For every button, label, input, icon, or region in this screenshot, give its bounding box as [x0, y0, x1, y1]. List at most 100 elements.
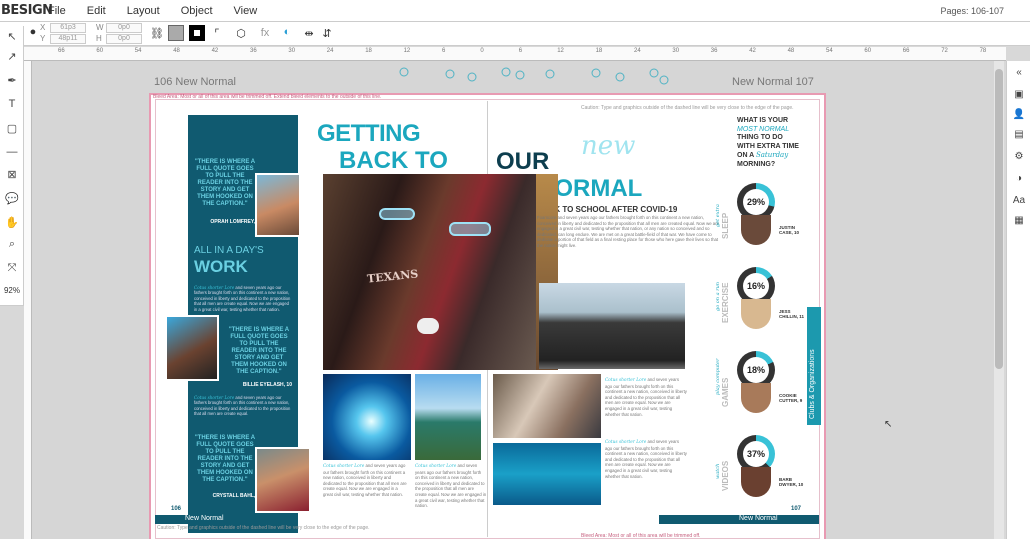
- stat-prefix: watch: [715, 463, 721, 479]
- y-field[interactable]: 48p11: [50, 34, 86, 44]
- horizontal-ruler[interactable]: 66 60 54 48 42 36 30 24 18 12 6 0 6 12 18 24 30 36 42 48 54 6…: [24, 47, 1006, 61]
- stat-label: SLEEP: [721, 212, 730, 239]
- pages-panel-icon[interactable]: ▣: [1007, 89, 1030, 100]
- stat-name: JUSTIN CASE, 10: [779, 225, 800, 235]
- menu-edit[interactable]: Edit: [87, 5, 106, 17]
- line-tool-icon[interactable]: —: [0, 142, 24, 162]
- stat-photo[interactable]: [741, 383, 771, 413]
- fill-swatch[interactable]: [168, 25, 184, 41]
- ruler-tick: 6: [518, 48, 523, 54]
- canvas[interactable]: 106 New Normal New Normal 107 Bleed Area…: [32, 61, 994, 539]
- menu-view[interactable]: View: [234, 5, 258, 17]
- effects-icon[interactable]: ⬡: [234, 27, 248, 40]
- caption: Cotus shorter Lore and seven years ago o…: [605, 377, 687, 417]
- hand-tool-icon[interactable]: ✋: [0, 212, 24, 232]
- select-tool-icon[interactable]: ↖: [0, 26, 24, 46]
- portrait-photo[interactable]: [165, 315, 219, 381]
- tool-panel: ↖ ↗ ✒ T ▢ — ⊠ 💬 ✋ ⌕ ⤧ 92%: [0, 26, 24, 306]
- zoom-tool-icon[interactable]: ⌕: [0, 234, 24, 254]
- color-wheel-icon[interactable]: ◐: [280, 26, 294, 38]
- grid-panel-icon[interactable]: ▦: [1007, 215, 1030, 226]
- headline-back-to: BACK TO: [339, 147, 448, 174]
- direct-select-tool-icon[interactable]: ↗: [0, 46, 24, 66]
- stat-percent: 37%: [743, 441, 769, 467]
- headline-getting: GETTING: [317, 120, 421, 147]
- fx-icon[interactable]: fx: [258, 27, 272, 39]
- menu-object[interactable]: Object: [181, 5, 213, 17]
- scroll-thumb[interactable]: [995, 69, 1003, 369]
- ruler-tick: 72: [941, 48, 948, 54]
- body-text: Cotus shorter Lore and seven years ago o…: [194, 285, 291, 312]
- reference-point-icon[interactable]: ●: [26, 26, 40, 38]
- collapse-panel-icon[interactable]: «: [1007, 67, 1030, 78]
- story-body: Foarscore and seven years ago our father…: [537, 215, 720, 248]
- fit-tool-icon[interactable]: ⤧: [0, 258, 24, 278]
- ruler-tick: 18: [365, 48, 372, 54]
- photo-blue-light[interactable]: [323, 374, 411, 460]
- frame-tool-icon[interactable]: ⊠: [0, 164, 24, 184]
- text-tool-icon[interactable]: T: [0, 94, 24, 114]
- stat-photo[interactable]: [741, 299, 771, 329]
- text-panel-icon[interactable]: Aa: [1007, 195, 1030, 206]
- section-title-big: WORK: [194, 257, 248, 276]
- color-panel-icon[interactable]: ◑: [1007, 173, 1030, 184]
- x-label: X: [40, 23, 46, 32]
- vertical-scrollbar[interactable]: [994, 61, 1004, 539]
- pages-indicator[interactable]: Pages: 106-107: [940, 6, 1004, 16]
- zoom-level[interactable]: 92%: [0, 286, 24, 295]
- ruler-tick: 78: [979, 48, 987, 54]
- ruler-tick: 24: [634, 48, 641, 54]
- w-field[interactable]: 0p0: [106, 23, 142, 33]
- mouse-cursor-icon: ↖: [884, 419, 893, 430]
- subhead: BACK TO SCHOOL AFTER COVID-19: [537, 205, 678, 214]
- pen-tool-icon[interactable]: ✒: [0, 70, 24, 90]
- comment-tool-icon[interactable]: 💬: [0, 188, 24, 208]
- right-panel: « ▣ 👤 ▤ ⚙ ◑ Aa ▦: [1006, 61, 1030, 539]
- stat-label: GAMES: [721, 377, 730, 407]
- section-tab-label: Clubs & Organizations: [809, 349, 816, 419]
- survey-column[interactable]: WHAT IS YOUR MOST NORMAL THING TO DO WIT…: [715, 115, 815, 525]
- photo-swimmer[interactable]: [493, 443, 601, 505]
- photo-classroom[interactable]: [493, 374, 601, 438]
- link-icon[interactable]: ⛓: [150, 27, 164, 40]
- headline-new: new: [581, 131, 636, 161]
- section-title-small: ALL IN A DAY'S: [194, 245, 264, 256]
- stat-photo[interactable]: [741, 215, 771, 245]
- people-panel-icon[interactable]: 👤: [1007, 109, 1030, 120]
- photo-track[interactable]: [415, 374, 481, 460]
- option-bar: ● X 61p3 Y 48p11 W 0p0 H 0p0 ⛓ ⌜ ⬡ fx ◐ …: [0, 22, 1030, 46]
- layers-panel-icon[interactable]: ▤: [1007, 129, 1030, 140]
- team-photo[interactable]: [539, 283, 685, 369]
- caption: Cotus shorter Lore and seven years ago o…: [605, 439, 687, 479]
- stroke-swatch[interactable]: [189, 25, 205, 41]
- stat-photo[interactable]: [741, 467, 771, 497]
- stat-name: BARB DWYER, 10: [779, 477, 804, 487]
- ruler-tick: 42: [211, 48, 219, 54]
- menu-file[interactable]: File: [48, 5, 66, 17]
- assets-panel-icon[interactable]: ⚙: [1007, 151, 1030, 162]
- h-field[interactable]: 0p0: [106, 34, 142, 44]
- section-tab[interactable]: Clubs & Organizations: [807, 307, 821, 425]
- page-spread[interactable]: Bleed Area: Most or all of this area wil…: [149, 93, 826, 539]
- footer-bar-left: New Normal: [155, 515, 251, 524]
- ruler-tick: 12: [403, 48, 411, 54]
- footer-bar-right: New Normal: [659, 515, 819, 524]
- ruler-tick: 66: [902, 48, 910, 54]
- flip-horizontal-icon[interactable]: ⇹: [302, 27, 316, 40]
- pull-quote: "THERE IS WHERE A FULL QUOTE GOES TO PUL…: [194, 159, 256, 207]
- main-photo[interactable]: TEXANS: [323, 174, 536, 370]
- ruler-tick: 24: [326, 48, 334, 54]
- portrait-photo[interactable]: [255, 173, 301, 237]
- caution-note: Caution: Type and graphics outside of th…: [581, 105, 794, 111]
- body-text: Cotus shorter Lore and seven years ago o…: [194, 395, 291, 417]
- ruler-tick: 48: [787, 48, 795, 54]
- ruler-tick: 36: [250, 48, 257, 54]
- x-field[interactable]: 61p3: [50, 23, 86, 33]
- rectangle-tool-icon[interactable]: ▢: [0, 118, 24, 138]
- flip-vertical-icon[interactable]: ⇵: [320, 27, 334, 40]
- portrait-photo[interactable]: [255, 447, 311, 513]
- corner-icon[interactable]: ⌜: [210, 27, 224, 40]
- bottom-bleed-note: Bleed Area: Most or all of this area wil…: [581, 533, 701, 539]
- vertical-ruler[interactable]: [24, 61, 32, 539]
- menu-layout[interactable]: Layout: [127, 5, 160, 17]
